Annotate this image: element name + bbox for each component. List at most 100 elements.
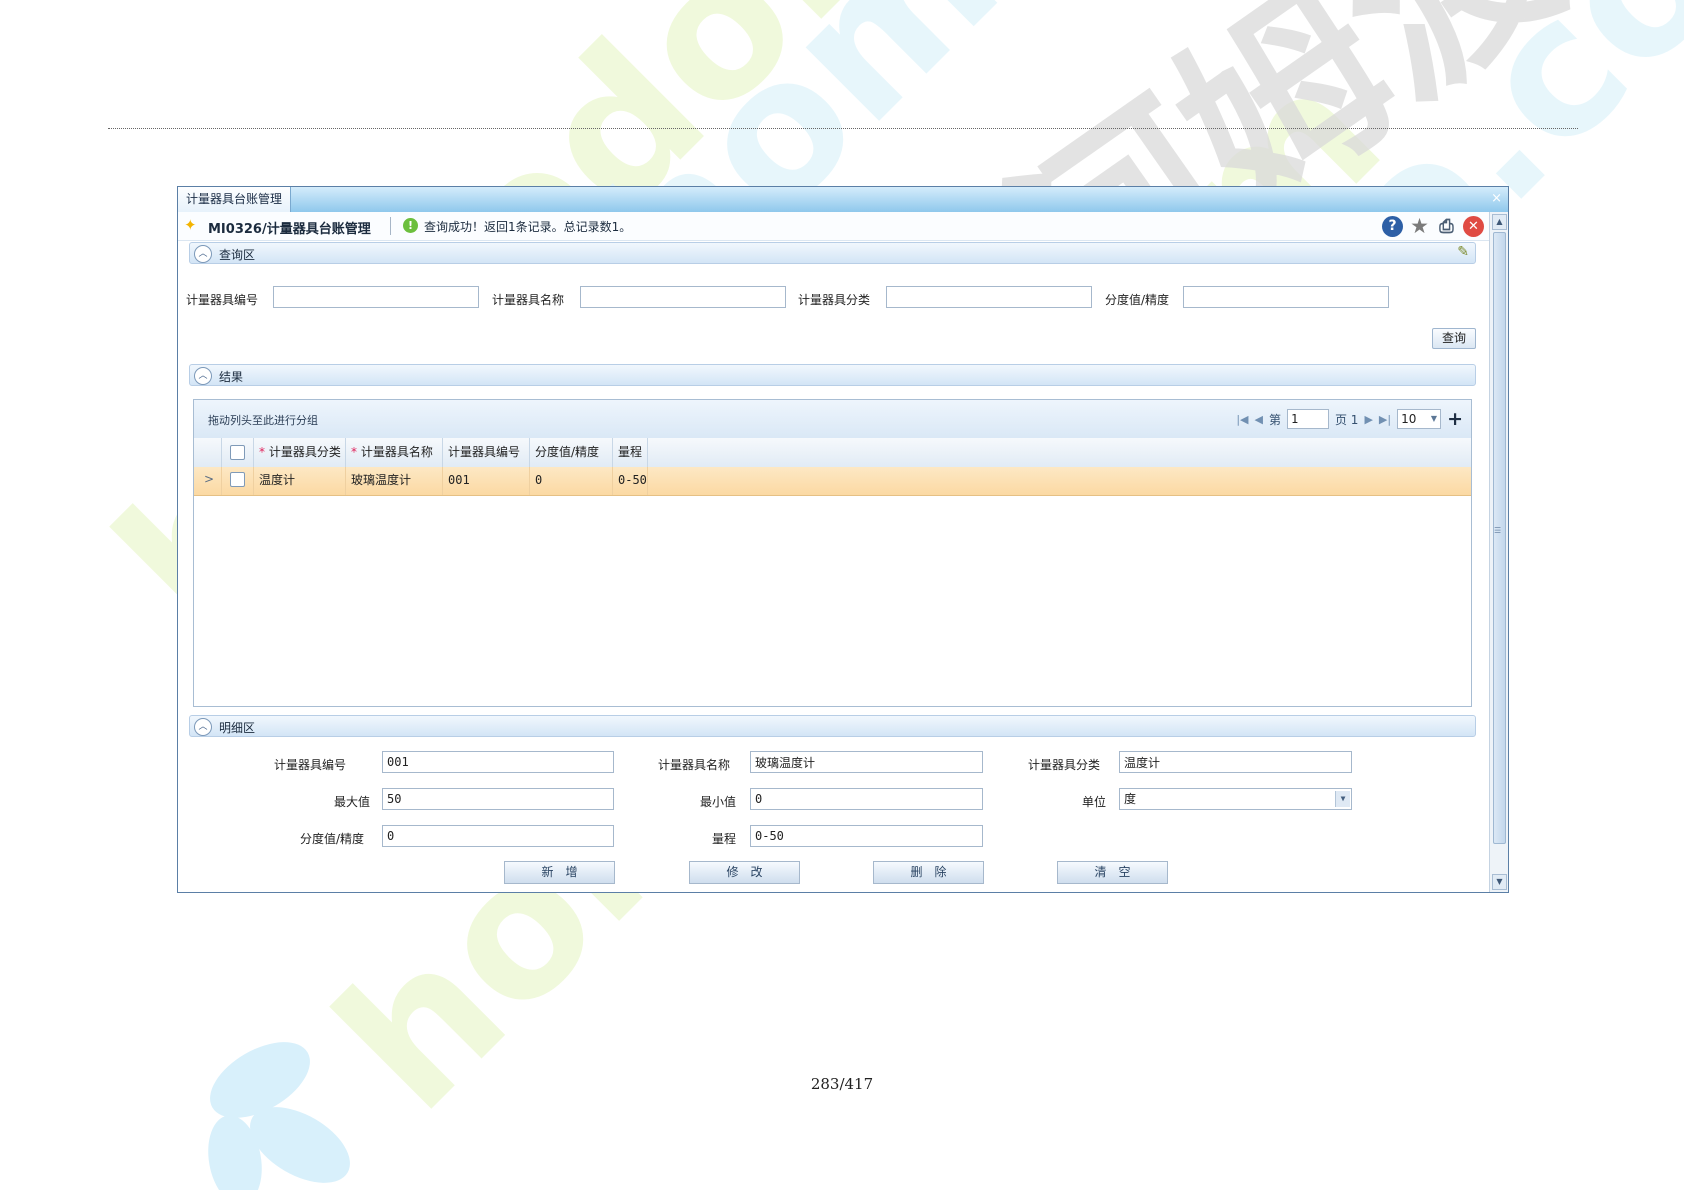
page-number-input[interactable]: 1 — [1286, 409, 1329, 429]
query-resolution-input[interactable] — [1183, 286, 1389, 308]
col-header-range[interactable]: 量程 — [613, 438, 648, 467]
next-page-icon[interactable]: ▶ — [1364, 413, 1372, 426]
row-select-cell — [222, 467, 254, 495]
delete-button[interactable]: 删除 — [873, 861, 984, 884]
scroll-grip-icon: ☰ — [1494, 526, 1502, 535]
vertical-scrollbar[interactable]: ▲ ☰ ▼ — [1489, 212, 1508, 892]
page-suffix: 页 1 — [1334, 412, 1359, 427]
clear-button[interactable]: 清空 — [1057, 861, 1168, 884]
detail-label-resolution: 分度值/精度 — [300, 832, 365, 846]
col-select — [222, 438, 254, 467]
table-row[interactable]: > 温度计 玻璃温度计 001 0 0-50 — [194, 467, 1471, 496]
column-header-row: * 计量器具分类 * 计量器具名称 计量器具编号 分度值/精度 量程 — [194, 438, 1471, 468]
required-marker: * — [259, 445, 269, 459]
detail-label-category: 计量器具分类 — [1028, 758, 1101, 772]
cell-name[interactable]: 玻璃温度计 — [346, 467, 443, 495]
chevron-down-icon[interactable]: ▼ — [1335, 791, 1350, 807]
query-section-title: 查询区 — [219, 248, 256, 262]
help-icon[interactable]: ? — [1382, 215, 1403, 237]
print-icon[interactable]: ⎙ — [1436, 216, 1457, 237]
detail-unit-select[interactable]: 度 ▼ — [1119, 788, 1352, 810]
module-title: MI0326/计量器具台账管理 — [208, 222, 371, 237]
pager: |◀ ◀ 第 1 页 1 ▶ ▶| 10 ▼ + — [1236, 407, 1463, 431]
detail-category-input[interactable] — [1119, 751, 1352, 773]
success-info-icon: ! — [403, 218, 418, 233]
query-label-category: 计量器具分类 — [798, 293, 871, 307]
page-size-select[interactable]: 10 ▼ — [1397, 409, 1442, 429]
edit-button[interactable]: 修改 — [689, 861, 800, 884]
scroll-up-icon[interactable]: ▲ — [1492, 214, 1507, 230]
detail-label-name: 计量器具名称 — [658, 758, 731, 772]
scroll-down-icon[interactable]: ▼ — [1492, 874, 1507, 890]
detail-code-input[interactable] — [382, 751, 614, 773]
col-header-resolution[interactable]: 分度值/精度 — [530, 438, 613, 467]
query-code-input[interactable] — [273, 286, 479, 308]
prev-page-icon[interactable]: ◀ — [1255, 413, 1263, 426]
add-button[interactable]: 新增 — [504, 861, 615, 884]
collapse-icon[interactable]: ︿ — [194, 245, 212, 263]
select-all-checkbox[interactable] — [230, 445, 245, 460]
col-header-name-label: 计量器具名称 — [360, 445, 433, 459]
detail-section-title: 明细区 — [219, 721, 256, 735]
query-name-input[interactable] — [580, 286, 786, 308]
clear-brush-icon[interactable]: ✎ — [1457, 244, 1469, 260]
group-by-panel[interactable]: 拖动列头至此进行分组 |◀ ◀ 第 1 页 1 ▶ ▶| 10 ▼ + — [194, 400, 1471, 439]
col-header-category-label: 计量器具分类 — [268, 445, 341, 459]
result-section-title: 结果 — [219, 370, 244, 384]
query-button[interactable]: 查询 — [1432, 328, 1476, 349]
col-header-range-label: 量程 — [618, 445, 643, 459]
col-header-code-label: 计量器具编号 — [448, 445, 521, 459]
col-header-code[interactable]: 计量器具编号 — [443, 438, 530, 467]
detail-name-input[interactable] — [750, 751, 983, 773]
module-toolbar: ✦ MI0326/计量器具台账管理 ! 查询成功！返回1条记录。总记录数1。 ?… — [178, 212, 1490, 241]
toolbar-divider — [390, 217, 391, 235]
tab-active[interactable]: 计量器具台账管理 — [178, 187, 292, 212]
row-expander-cell — [194, 467, 222, 495]
collapse-icon[interactable]: ︿ — [194, 367, 212, 385]
detail-min-input[interactable] — [750, 788, 983, 810]
star-icon[interactable]: ★ — [1409, 214, 1430, 238]
query-section-header[interactable]: ︿ 查询区 ✎ — [189, 242, 1476, 264]
query-label-resolution: 分度值/精度 — [1105, 293, 1170, 307]
chevron-down-icon: ▼ — [1430, 414, 1438, 423]
module-puzzle-icon: ✦ — [184, 216, 197, 234]
detail-unit-value: 度 — [1124, 792, 1137, 806]
cell-code[interactable]: 001 — [443, 467, 530, 495]
detail-range-input[interactable] — [750, 825, 983, 847]
col-expander — [194, 438, 222, 467]
app-window: 计量器具台账管理 × ✦ MI0326/计量器具台账管理 ! 查询成功！返回1条… — [177, 186, 1509, 893]
page-size-value: 10 — [1401, 412, 1417, 426]
collapse-icon[interactable]: ︿ — [194, 718, 212, 736]
first-page-icon[interactable]: |◀ — [1236, 413, 1248, 426]
exit-icon[interactable]: ✕ — [1463, 215, 1484, 237]
detail-resolution-input[interactable] — [382, 825, 614, 847]
result-section-header[interactable]: ︿ 结果 — [189, 364, 1476, 386]
detail-max-input[interactable] — [382, 788, 614, 810]
add-row-plus-icon[interactable]: + — [1447, 408, 1463, 430]
window-close-icon[interactable]: × — [1491, 191, 1502, 206]
detail-label-unit: 单位 — [1082, 795, 1107, 809]
detail-label-code: 计量器具编号 — [274, 758, 347, 772]
cell-category[interactable]: 温度计 — [254, 467, 346, 495]
cell-resolution[interactable]: 0 — [530, 467, 613, 495]
result-grid: 拖动列头至此进行分组 |◀ ◀ 第 1 页 1 ▶ ▶| 10 ▼ + * 计量… — [193, 399, 1472, 707]
detail-section-header[interactable]: ︿ 明细区 — [189, 715, 1476, 737]
group-hint: 拖动列头至此进行分组 — [208, 414, 318, 427]
detail-label-range: 量程 — [712, 832, 737, 846]
row-checkbox[interactable] — [230, 472, 245, 487]
page-number: 283/417 — [810, 1075, 874, 1093]
cell-range[interactable]: 0-50 — [613, 467, 648, 495]
detail-label-min: 最小值 — [700, 795, 737, 809]
window-titlebar: 计量器具台账管理 × — [178, 187, 1508, 213]
col-header-category[interactable]: * 计量器具分类 — [254, 438, 346, 467]
scroll-thumb[interactable] — [1493, 232, 1506, 844]
query-category-input[interactable] — [886, 286, 1092, 308]
col-header-resolution-label: 分度值/精度 — [535, 445, 600, 459]
status-message: 查询成功！返回1条记录。总记录数1。 — [424, 220, 632, 234]
col-header-name[interactable]: * 计量器具名称 — [346, 438, 443, 467]
toolbar-icons: ? ★ ⎙ ✕ — [1382, 214, 1484, 238]
last-page-icon[interactable]: ▶| — [1379, 413, 1391, 426]
header-rule — [108, 128, 1578, 129]
watermark-flower-logo — [208, 1042, 350, 1190]
query-label-code: 计量器具编号 — [186, 293, 259, 307]
